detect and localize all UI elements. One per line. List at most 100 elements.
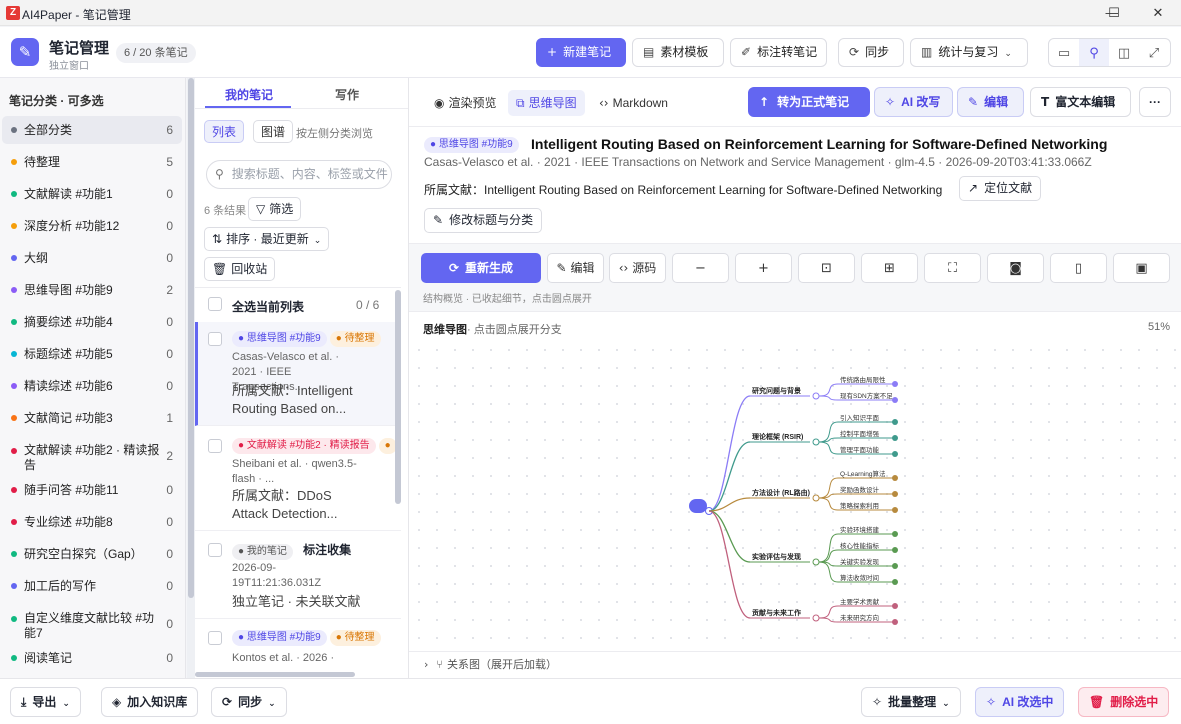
category-count: 0 [166, 347, 173, 361]
export-doc-button[interactable]: ▯ [1050, 253, 1107, 283]
save-button[interactable]: ▣ [1113, 253, 1170, 283]
filter-button[interactable]: ▽ 筛选 [248, 197, 302, 221]
mindmap-leaf-dot [892, 381, 898, 387]
sidebar-category-item[interactable]: 待整理 5 [2, 148, 182, 176]
category-color-dot [11, 655, 17, 661]
sidebar-category-item[interactable]: 全部分类 6 [2, 116, 182, 144]
sidebar-category-item[interactable]: 文献简记 #功能3 1 [2, 404, 182, 432]
edit-button[interactable]: ✎ 编辑 [957, 87, 1024, 117]
sync-button[interactable]: ⟳ 同步 [838, 38, 904, 67]
convert-to-note-button[interactable]: ↑ 转为正式笔记 [748, 87, 870, 117]
sidebar-category-item[interactable]: 随手问答 #功能11 0 [2, 476, 182, 504]
refresh-icon: ⟳ [448, 261, 460, 275]
mindmap-leaf-label: 引入知识平面 [840, 413, 880, 422]
sidebar-category-item[interactable]: 自定义维度文献比较 #功能7 0 [2, 604, 182, 640]
tab-mindmap[interactable]: ⧉ 思维导图 [508, 90, 585, 116]
note-checkbox[interactable] [208, 631, 222, 645]
view-list-button[interactable]: 列表 [204, 120, 245, 143]
rich-text-edit-button[interactable]: T 富文本编辑 [1030, 87, 1131, 117]
sort-dropdown[interactable]: ⇅ 排序 · 最近更新 ⌄ [204, 227, 330, 251]
note-checkbox[interactable] [208, 332, 222, 346]
edit-title-category-button[interactable]: ✎ 修改标题与分类 [424, 208, 543, 233]
sidebar-category-item[interactable]: 摘要综述 #功能4 0 [2, 308, 182, 336]
ai-rewrite-button[interactable]: ✧ AI 改写 [874, 87, 953, 117]
notes-scrollbar[interactable] [395, 290, 401, 504]
note-checkbox[interactable] [208, 439, 222, 453]
sidebar-category-item[interactable]: 大纲 0 [2, 244, 182, 272]
category-color-dot [11, 287, 17, 293]
note-card[interactable]: ● 思维导图 #功能9 ● 待整理 Kontos et al. · 2026 · [195, 621, 401, 678]
select-all-checkbox[interactable] [208, 297, 222, 311]
fit-view-button[interactable]: ⊡ [798, 253, 855, 283]
sidebar-category-item[interactable]: 精读综述 #功能6 0 [2, 372, 182, 400]
stats-review-dropdown[interactable]: ▥ 统计与复习 ⌄ [910, 38, 1028, 67]
note-card[interactable]: ● 文献解读 #功能2 · 精读报告 ● Sheibani et al. · qw… [195, 429, 401, 531]
sidebar-category-item[interactable]: 专业综述 #功能8 0 [2, 508, 182, 536]
more-options-button[interactable]: ··· [1139, 87, 1171, 117]
mindmap-leaf-dot [892, 579, 898, 585]
selected-count: 0 / 6 [356, 298, 380, 312]
sidebar-category-item[interactable]: 研究空白探究（Gap） 0 [2, 540, 182, 568]
mindmap-leaf-dot [892, 419, 898, 425]
annotation-to-note-button[interactable]: ✐ 标注转笔记 [730, 38, 827, 67]
delete-selected-button[interactable]: 🗑 删除选中 [1078, 687, 1170, 717]
category-label: 文献简记 #功能3 [24, 411, 113, 425]
search-input[interactable]: ⚲ 搜索标题、内容、标签或文件 [206, 160, 392, 189]
mindmap-leaf-label: Q-Learning算法 [840, 469, 886, 478]
maximize-button[interactable]: ☐ [1091, 0, 1137, 26]
tab-my-notes[interactable]: 我的笔记 [225, 86, 273, 103]
tab-writing[interactable]: 写作 [335, 86, 359, 103]
batch-organize-dropdown[interactable]: ✧ 批量整理 ⌄ [861, 687, 961, 717]
category-count: 5 [166, 155, 173, 169]
tab-markdown[interactable]: ‹› Markdown [591, 90, 676, 116]
sidebar-category-item[interactable]: 标题综述 #功能5 0 [2, 340, 182, 368]
note-checkbox[interactable] [208, 543, 222, 557]
sidebar-category-item[interactable]: 思维导图 #功能9 2 [2, 276, 182, 304]
zoom-out-button[interactable]: − [672, 253, 729, 283]
monitor-icon[interactable]: ▭ [1049, 39, 1079, 66]
mindmap-leaf-label: 核心性能指标 [840, 541, 880, 550]
category-color-dot [11, 159, 17, 165]
templates-button[interactable]: ▤ 素材模板 [632, 38, 724, 67]
mindmap-edit-button[interactable]: ✎ 编辑 [547, 253, 604, 283]
add-to-knowledge-base-button[interactable]: ◈ 加入知识库 [101, 687, 199, 717]
window-mode-toggles: ▭ ⚲ ◫ ⤢ [1048, 38, 1171, 67]
expand-icon[interactable]: ⤢ [1139, 39, 1169, 66]
export-dropdown[interactable]: ⤓ 导出 ⌄ [10, 687, 81, 717]
mindmap-branch-edge [708, 395, 751, 512]
sidebar-category-item[interactable]: 深度分析 #功能12 0 [2, 212, 182, 240]
sidebar-category-item[interactable]: 阅读笔记 0 [2, 644, 182, 672]
mindmap-graph[interactable]: 研究问题与背景 传统路由局限性现有SDN方案不足理论框架 (RSIR) 引入知识平面… [410, 341, 1180, 651]
source-code-button[interactable]: ‹› 源码 [609, 253, 666, 283]
tab-render-preview[interactable]: ◉ 渲染预览 [426, 90, 505, 116]
note-card[interactable]: ● 我的笔记 标注收集 2026-09-19T11:21:36.031Z 独立笔… [195, 533, 401, 619]
screenshot-button[interactable]: ◙ [987, 253, 1044, 283]
fullscreen-button[interactable]: ⛶ [924, 253, 981, 283]
mindmap-canvas[interactable]: 研究问题与背景 传统路由局限性 现有SDN方案不足 理论框架 (RSIR) 引入知识平面… [410, 341, 1180, 651]
select-all-label: 全选当前列表 [232, 300, 305, 314]
sidebar-category-item[interactable]: 文献解读 #功能1 0 [2, 180, 182, 208]
chevron-down-icon: ⌄ [62, 699, 70, 709]
layout-tree-button[interactable]: ⊞ [861, 253, 918, 283]
split-view-icon[interactable]: ◫ [1109, 39, 1139, 66]
sidebar-category-item[interactable]: 文献解读 #功能2 · 精读报告 2 [2, 436, 182, 472]
category-label: 待整理 [24, 155, 61, 169]
save-icon: ▣ [1135, 261, 1148, 276]
notes-horizontal-scrollbar[interactable] [195, 672, 355, 677]
recycle-bin-button[interactable]: 🗑 回收站 [204, 257, 276, 281]
note-card[interactable]: ● 思维导图 #功能9 ● 待整理 Casas-Velasco et al. · … [195, 322, 401, 426]
regenerate-button[interactable]: ⟳ 重新生成 [421, 253, 541, 283]
locate-document-button[interactable]: ↗ 定位文献 [959, 176, 1042, 201]
note-detail-panel: ◉ 渲染预览 ⧉ 思维导图 ‹› Markdown ↑ 转为正式笔记 ✧ AI 改写 ✎ 编… [409, 78, 1181, 678]
sync-dropdown[interactable]: ⟳ 同步 ⌄ [211, 687, 287, 717]
pin-icon[interactable]: ⚲ [1079, 39, 1109, 66]
new-note-button[interactable]: + 新建笔记 [536, 38, 626, 67]
sidebar-category-item[interactable]: 加工后的写作 0 [2, 572, 182, 600]
close-window-button[interactable]: ✕ [1135, 0, 1181, 26]
sidebar-scroll-thumb[interactable] [188, 78, 194, 598]
zoom-in-button[interactable]: + [735, 253, 792, 283]
relation-graph-toggle[interactable]: › ⑂ 关系图（展开后加载） [409, 651, 1181, 678]
view-graph-button[interactable]: 图谱 [253, 120, 294, 143]
category-label: 文献解读 #功能1 [24, 187, 113, 201]
ai-rewrite-selected-button[interactable]: ✧ AI 改选中 [975, 687, 1065, 717]
